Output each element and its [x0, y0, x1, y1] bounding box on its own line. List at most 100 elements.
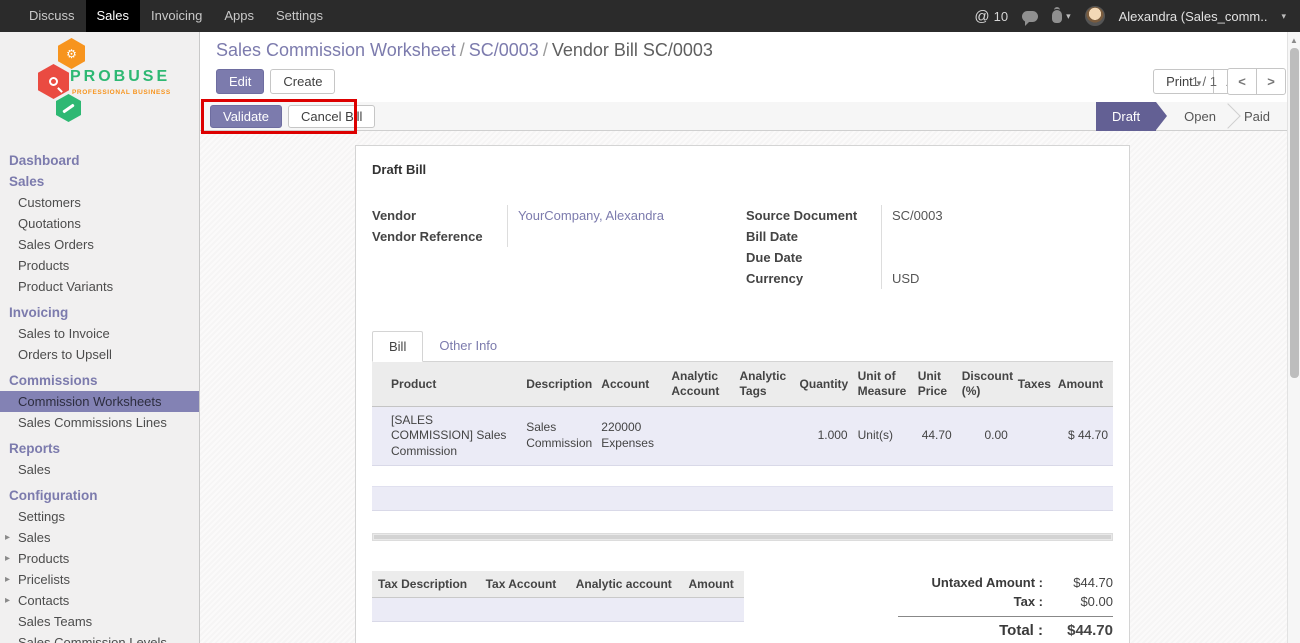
vertical-scrollbar-thumb[interactable] [1290, 48, 1299, 378]
pager-previous-button[interactable]: < [1227, 68, 1257, 95]
sidebar-item-quotations[interactable]: Quotations [0, 213, 199, 234]
tax-label: Tax : [898, 594, 1043, 609]
sidebar-item-config-products[interactable]: ▸Products [0, 548, 199, 569]
horizontal-scrollbar-thumb[interactable] [374, 535, 1111, 539]
expand-icon[interactable]: ▸ [5, 551, 10, 566]
col-analytic-account[interactable]: Analytic Account [666, 362, 734, 406]
col-amount[interactable]: Amount [1053, 362, 1113, 406]
magnifier-hexagon-icon [38, 64, 69, 99]
edit-button[interactable]: Edit [216, 69, 264, 94]
col-tax-description[interactable]: Tax Description [372, 571, 480, 598]
sidebar-item-config-sales[interactable]: ▸Sales [0, 527, 199, 548]
sidebar-item-customers[interactable]: Customers [0, 192, 199, 213]
col-account[interactable]: Account [596, 362, 666, 406]
scroll-up-icon[interactable]: ▲ [1288, 32, 1300, 45]
app-settings[interactable]: Settings [265, 0, 334, 32]
brand-name: PROBUSE [70, 68, 170, 86]
cell-analytic-tags [734, 406, 794, 466]
vendor-value-link[interactable]: YourCompany, Alexandra [518, 208, 664, 223]
top-navbar: Discuss Sales Invoicing Apps Settings @ … [0, 0, 1300, 32]
sidebar-item-config-pricelists[interactable]: ▸Pricelists [0, 569, 199, 590]
mention-count: 10 [994, 9, 1008, 24]
tax-table-block: Tax Description Tax Account Analytic acc… [372, 571, 744, 643]
sidebar-item-config-contacts[interactable]: ▸Contacts [0, 590, 199, 611]
col-tax-account[interactable]: Tax Account [480, 571, 570, 598]
vendor-group: Vendor YourCompany, Alexandra Vendor Ref… [372, 205, 746, 289]
sidebar-item-reports-sales[interactable]: Sales [0, 459, 199, 480]
tab-other-info[interactable]: Other Info [423, 331, 513, 361]
probuse-logo: ⚙ PROBUSE PROFESSIONAL BUSINESS [0, 32, 199, 136]
cell-quantity: 1.000 [795, 406, 853, 466]
breadcrumb-worksheet-link[interactable]: Sales Commission Worksheet [216, 40, 456, 60]
tax-lines-table: Tax Description Tax Account Analytic acc… [372, 571, 744, 598]
sidebar-item-orders-to-upsell[interactable]: Orders to Upsell [0, 344, 199, 365]
col-discount[interactable]: Discount (%) [957, 362, 1013, 406]
col-analytic-tags[interactable]: Analytic Tags [734, 362, 794, 406]
app-discuss[interactable]: Discuss [18, 0, 86, 32]
sidebar-item-sales-to-invoice[interactable]: Sales to Invoice [0, 323, 199, 344]
sidebar-item-dashboard[interactable]: Dashboard [0, 150, 199, 171]
create-button[interactable]: Create [270, 69, 335, 94]
user-menu[interactable]: Alexandra (Sales_comm.. [1119, 9, 1268, 24]
sidebar-item-commission-worksheets[interactable]: Commission Worksheets [0, 391, 199, 412]
expand-icon[interactable]: ▸ [5, 572, 10, 587]
cell-discount: 0.00 [957, 406, 1013, 466]
app-apps[interactable]: Apps [213, 0, 265, 32]
bill-line-row[interactable]: [SALES COMMISSION] Sales Commission Sale… [372, 406, 1113, 466]
sidebar-item-sales-teams[interactable]: Sales Teams [0, 611, 199, 632]
col-unit-of-measure[interactable]: Unit of Measure [853, 362, 913, 406]
validate-button[interactable]: Validate [210, 105, 282, 128]
pager-next-button[interactable]: > [1256, 68, 1286, 95]
col-description[interactable]: Description [521, 362, 596, 406]
chat-bubble-icon[interactable] [1022, 11, 1038, 22]
sidebar-item-sales-orders[interactable]: Sales Orders [0, 234, 199, 255]
avatar[interactable] [1085, 6, 1105, 26]
status-step-paid[interactable]: Paid [1228, 102, 1286, 131]
tab-bill[interactable]: Bill [372, 331, 423, 362]
bill-date-label: Bill Date [746, 226, 881, 247]
sheet-title: Draft Bill [372, 162, 1113, 177]
col-product[interactable]: Product [386, 362, 521, 406]
sidebar-item-settings[interactable]: Settings [0, 506, 199, 527]
tools-hexagon-icon [56, 94, 81, 122]
totals-block: Untaxed Amount : $44.70 Tax : $0.00 Tota… [898, 573, 1113, 641]
status-bar: Validate Cancel Bill Draft Open Paid [200, 102, 1300, 131]
sidebar-section-reports: Reports [0, 438, 199, 459]
col-taxes[interactable]: Taxes [1013, 362, 1053, 406]
app-invoicing[interactable]: Invoicing [140, 0, 213, 32]
vertical-scrollbar[interactable]: ▲ [1287, 32, 1300, 643]
cell-account: 220000 Expenses [596, 406, 666, 466]
main-panel: Sales Commission Worksheet/SC/0003/Vendo… [200, 32, 1300, 643]
bill-lines-table: Product Description Account Analytic Acc… [372, 362, 1113, 466]
mention-counter[interactable]: @ 10 [974, 8, 1008, 25]
sidebar-section-sales[interactable]: Sales [0, 171, 199, 192]
tax-empty-row[interactable] [372, 598, 744, 622]
col-quantity[interactable]: Quantity [795, 362, 853, 406]
col-tax-amount[interactable]: Amount [682, 571, 744, 598]
sidebar-item-sales-commissions-lines[interactable]: Sales Commissions Lines [0, 412, 199, 433]
breadcrumb-record-link[interactable]: SC/0003 [469, 40, 539, 60]
horizontal-scrollbar[interactable] [372, 533, 1113, 541]
cancel-bill-button[interactable]: Cancel Bill [288, 105, 375, 128]
app-sales[interactable]: Sales [86, 0, 141, 32]
untaxed-amount-label: Untaxed Amount : [898, 575, 1043, 590]
status-step-draft[interactable]: Draft [1096, 102, 1156, 131]
debug-menu[interactable]: ▾ [1052, 10, 1071, 23]
breadcrumb-current: Vendor Bill SC/0003 [552, 40, 713, 60]
tax-table-header-row: Tax Description Tax Account Analytic acc… [372, 571, 744, 598]
expand-icon[interactable]: ▸ [5, 593, 10, 608]
sidebar-item-product-variants[interactable]: Product Variants [0, 276, 199, 297]
untaxed-amount-value: $44.70 [1043, 575, 1113, 590]
sidebar-item-sales-commission-levels[interactable]: Sales Commission Levels [0, 632, 199, 643]
source-document-value: SC/0003 [881, 205, 1113, 226]
col-tax-analytic-account[interactable]: Analytic account [570, 571, 683, 598]
total-value: $44.70 [1043, 622, 1113, 639]
bill-date-value [881, 226, 1113, 247]
empty-line-row[interactable] [372, 486, 1113, 511]
col-unit-price[interactable]: Unit Price [913, 362, 957, 406]
caret-down-icon: ▾ [1281, 11, 1286, 22]
total-label: Total : [898, 622, 1043, 639]
cell-product: [SALES COMMISSION] Sales Commission [386, 406, 521, 466]
expand-icon[interactable]: ▸ [5, 530, 10, 545]
sidebar-item-products[interactable]: Products [0, 255, 199, 276]
